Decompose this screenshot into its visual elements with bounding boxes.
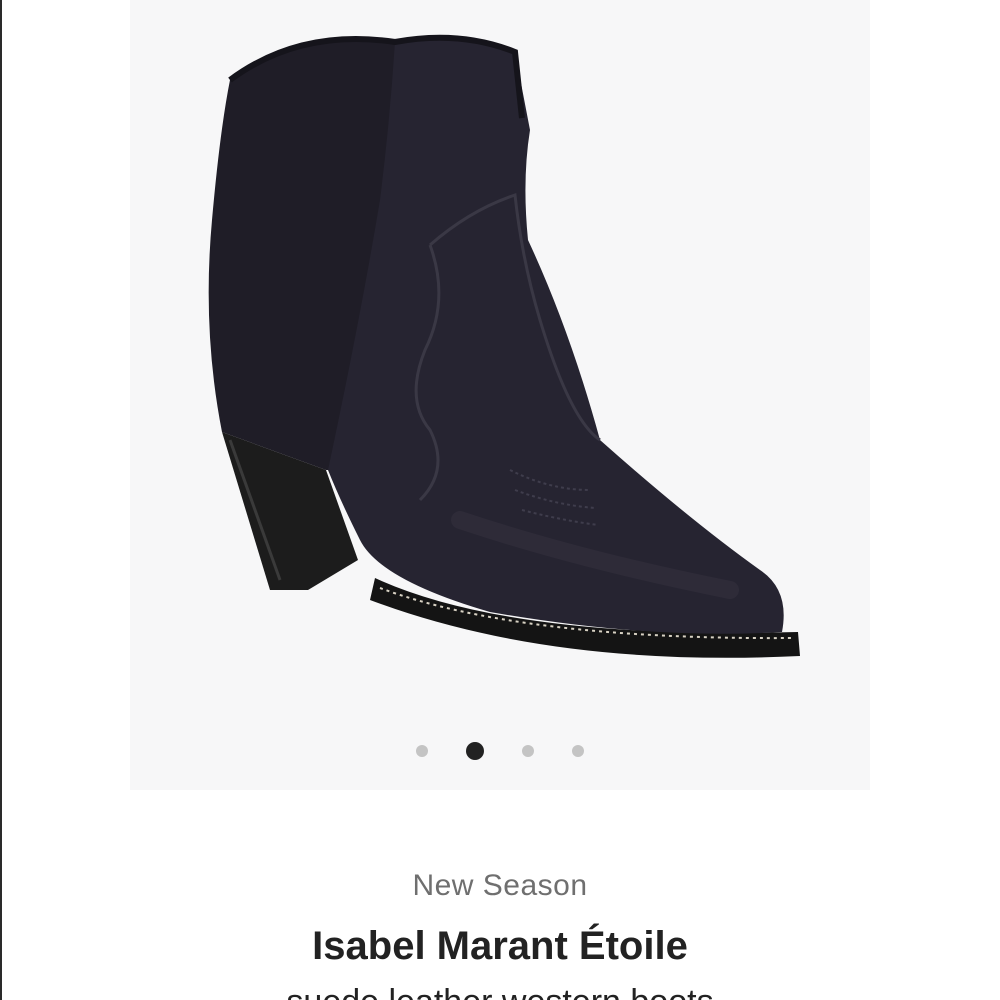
gallery-dot-1[interactable] (416, 745, 428, 757)
product-image-boot (208, 34, 800, 658)
product-info: New Season Isabel Marant Étoile suede le… (0, 860, 1000, 1000)
left-edge-border (0, 0, 2, 1000)
gallery-dot-3[interactable] (522, 745, 534, 757)
product-page: New Season Isabel Marant Étoile suede le… (0, 0, 1000, 1000)
product-image-gallery[interactable] (130, 0, 870, 790)
product-description: suede leather western boots (0, 982, 1000, 1000)
gallery-pagination (0, 741, 1000, 761)
brand-name[interactable]: Isabel Marant Étoile (0, 918, 1000, 974)
season-label: New Season (412, 869, 588, 902)
gallery-dot-2[interactable] (466, 742, 484, 760)
gallery-dot-4[interactable] (572, 745, 584, 757)
